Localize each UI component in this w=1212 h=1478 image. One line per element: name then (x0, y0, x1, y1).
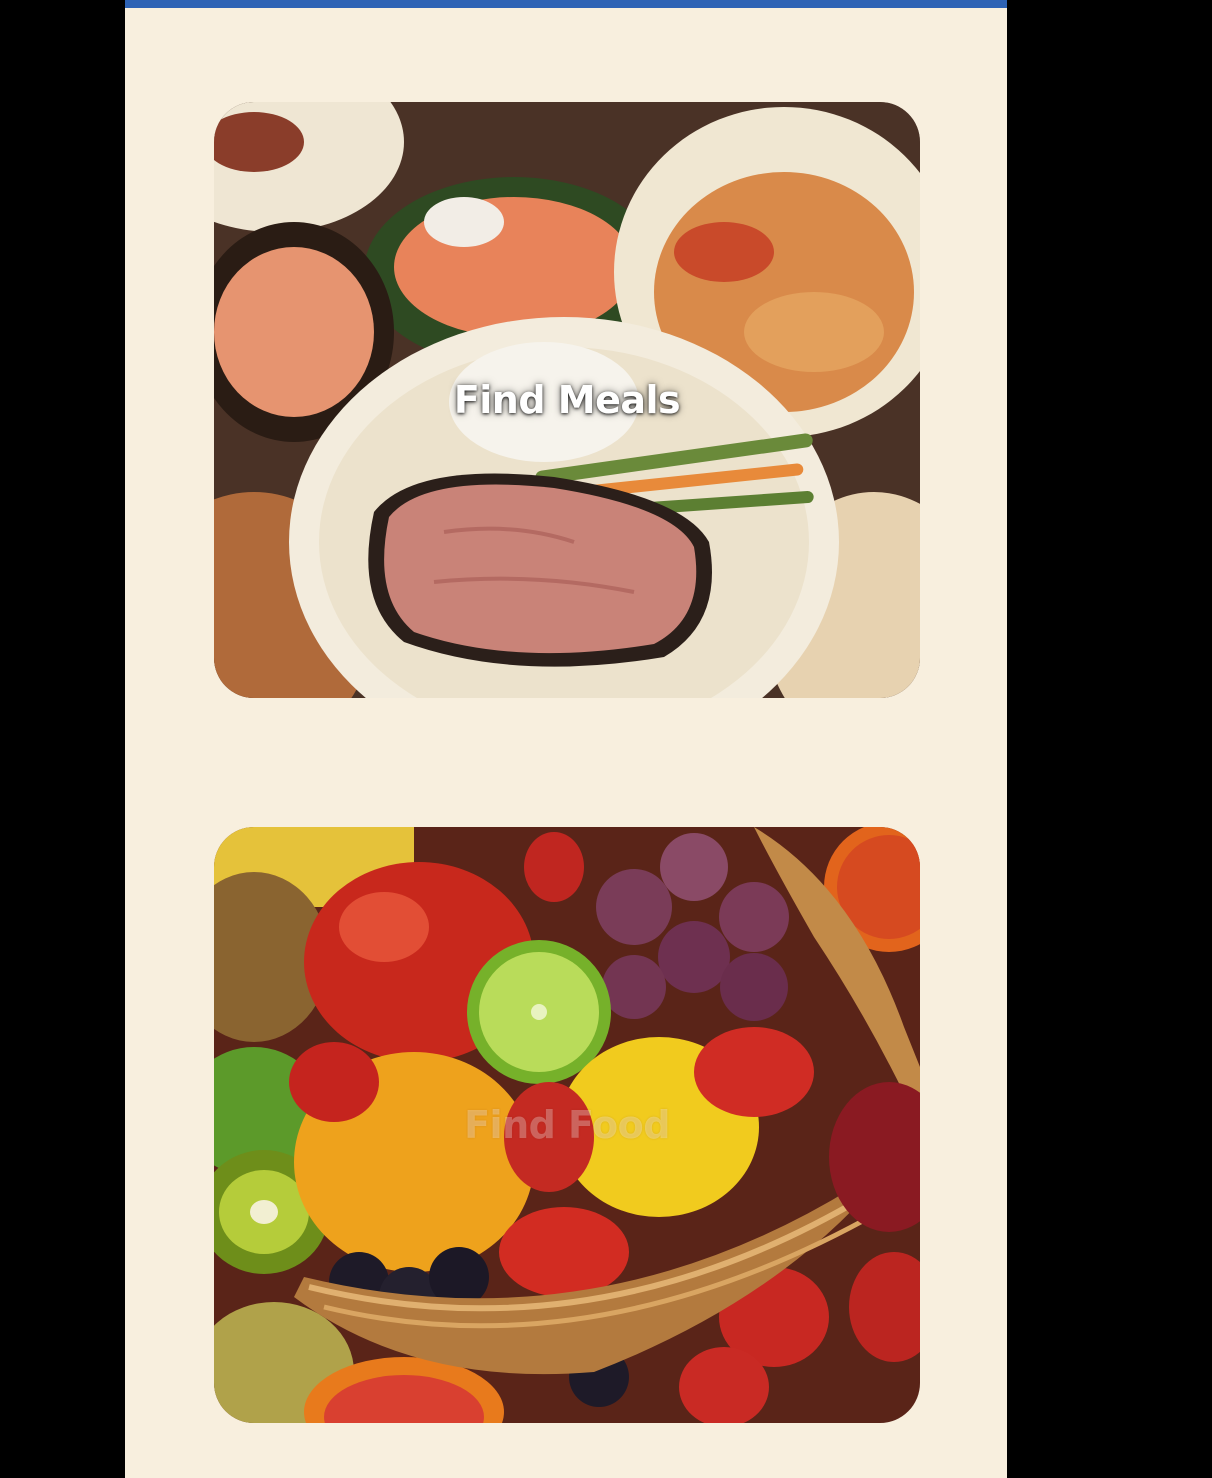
top-accent-bar (125, 0, 1007, 8)
find-meals-button[interactable]: Find Meals (214, 102, 920, 698)
find-food-button[interactable]: Find Food (214, 827, 920, 1423)
find-food-label: Find Food (464, 1103, 670, 1147)
app-screen: Find Meals Find Food (125, 0, 1007, 1478)
find-meals-label: Find Meals (453, 378, 681, 422)
